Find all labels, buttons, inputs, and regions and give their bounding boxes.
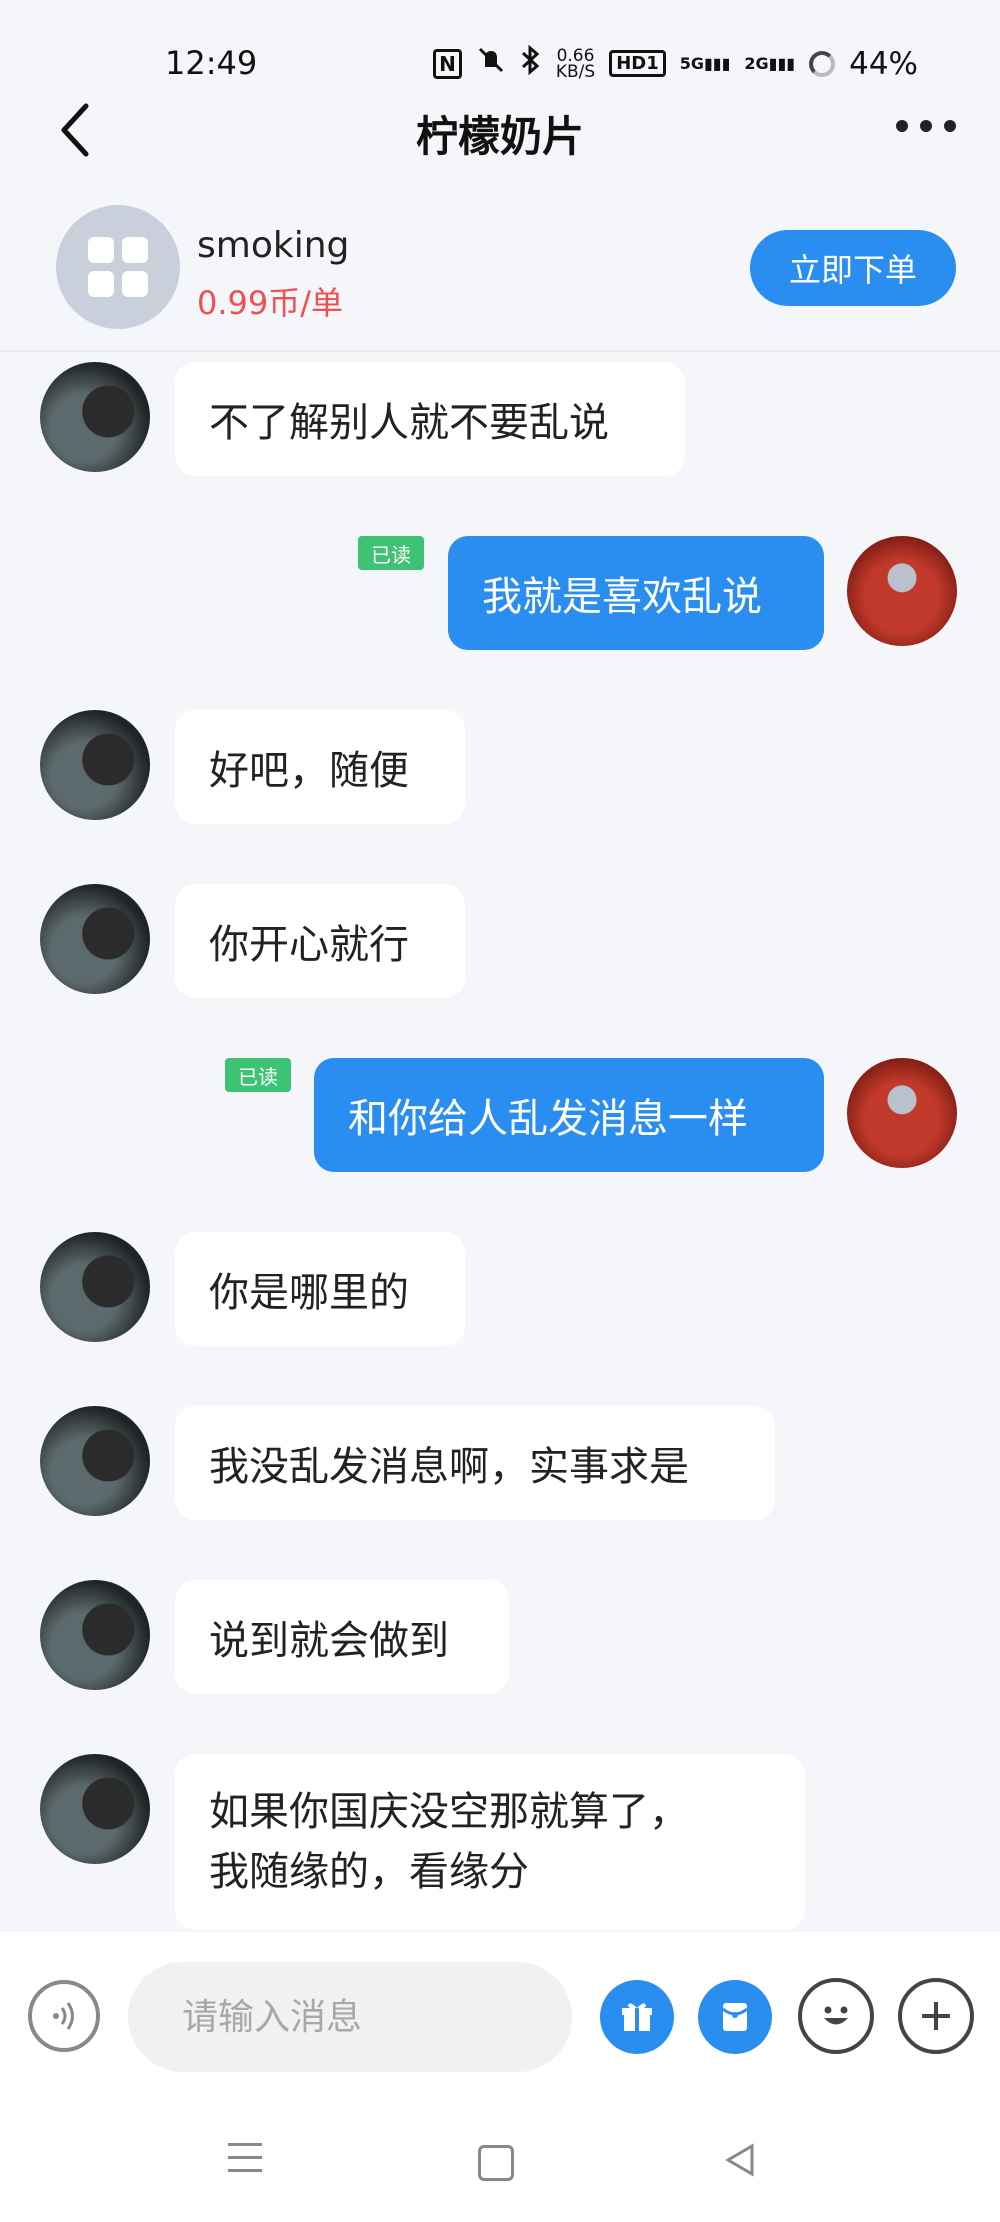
message-bubble[interactable]: 如果你国庆没空那就算了， 我随缘的，看缘分	[175, 1754, 805, 1930]
page-title: 柠檬奶片	[415, 112, 584, 161]
more-icon-dot	[896, 120, 908, 132]
message-bubble[interactable]: 你开心就行	[175, 884, 465, 998]
message-bubble[interactable]: 不了解别人就不要乱说	[175, 362, 685, 476]
battery-level: 44%	[849, 45, 918, 82]
plus-button[interactable]	[898, 1978, 974, 2054]
net-speed: 0.66 KB/S	[555, 45, 596, 82]
message-bubble[interactable]: 说到就会做到	[175, 1580, 509, 1694]
status-time: 12:49	[165, 44, 258, 82]
message-bubble[interactable]: 我就是喜欢乱说	[448, 536, 824, 650]
status-icons: N 0.66 KB/S HD1 5G▮▮▮ 2G▮▮▮ 44%	[433, 44, 918, 83]
status-bar: 12:49 N 0.66 KB/S HD1 5G▮▮▮ 2G▮▮▮ 44%	[0, 0, 1000, 100]
contact-avatar[interactable]	[40, 362, 150, 472]
message-bubble[interactable]: 你是哪里的	[175, 1232, 465, 1346]
more-icon-dot	[920, 120, 932, 132]
contact-avatar[interactable]	[40, 1580, 150, 1690]
app-grid-icon	[88, 237, 148, 297]
message-input[interactable]	[128, 1962, 572, 2072]
triangle-back-icon	[725, 2143, 754, 2177]
gift-button[interactable]	[600, 1980, 674, 2054]
message-bubble[interactable]: 和你给人乱发消息一样	[314, 1058, 824, 1172]
voice-icon	[53, 2002, 74, 2030]
message-line: 如果你国庆没空那就算了，	[209, 1789, 689, 1835]
read-status-badge: 已读	[358, 536, 424, 570]
signal-icon: 5G▮▮▮	[679, 54, 731, 73]
signal-icon-2: 2G▮▮▮	[744, 54, 796, 73]
plus-icon	[922, 2002, 950, 2030]
more-icon-dot	[944, 120, 956, 132]
recent-apps-button[interactable]	[228, 2143, 262, 2182]
voice-button[interactable]	[28, 1980, 100, 2052]
emoji-button[interactable]	[798, 1978, 874, 2054]
chat-list: 不了解别人就不要乱说 已读 我就是喜欢乱说 好吧，随便 你开心就行 已读 和你给…	[0, 352, 1000, 1932]
order-now-button[interactable]: 立即下单	[750, 230, 956, 306]
nfc-icon: N	[433, 48, 462, 79]
read-status-badge: 已读	[225, 1058, 291, 1092]
system-back-button[interactable]	[722, 2142, 758, 2182]
seller-price: 0.99币/单	[197, 284, 344, 322]
message-bubble[interactable]: 我没乱发消息啊，实事求是	[175, 1406, 775, 1520]
contact-avatar[interactable]	[40, 1232, 150, 1342]
seller-avatar[interactable]	[56, 205, 180, 329]
contact-avatar[interactable]	[40, 1754, 150, 1864]
hd-icon: HD1	[609, 50, 666, 77]
red-packet-icon	[722, 2003, 748, 2031]
battery-icon	[809, 50, 836, 77]
mute-icon	[476, 45, 506, 82]
contact-avatar[interactable]	[40, 884, 150, 994]
emoji-icon	[824, 2006, 848, 2025]
message-line: 我随缘的，看缘分	[209, 1849, 529, 1895]
bluetooth-icon	[520, 44, 542, 83]
gift-icon	[622, 2003, 652, 2031]
red-packet-button[interactable]	[698, 1980, 772, 2054]
seller-name: smoking	[197, 225, 350, 266]
home-button[interactable]	[478, 2145, 514, 2181]
message-bubble[interactable]: 好吧，随便	[175, 710, 465, 824]
contact-avatar[interactable]	[40, 1406, 150, 1516]
more-button[interactable]	[896, 120, 956, 132]
my-avatar[interactable]	[847, 1058, 957, 1168]
my-avatar[interactable]	[847, 536, 957, 646]
contact-avatar[interactable]	[40, 710, 150, 820]
